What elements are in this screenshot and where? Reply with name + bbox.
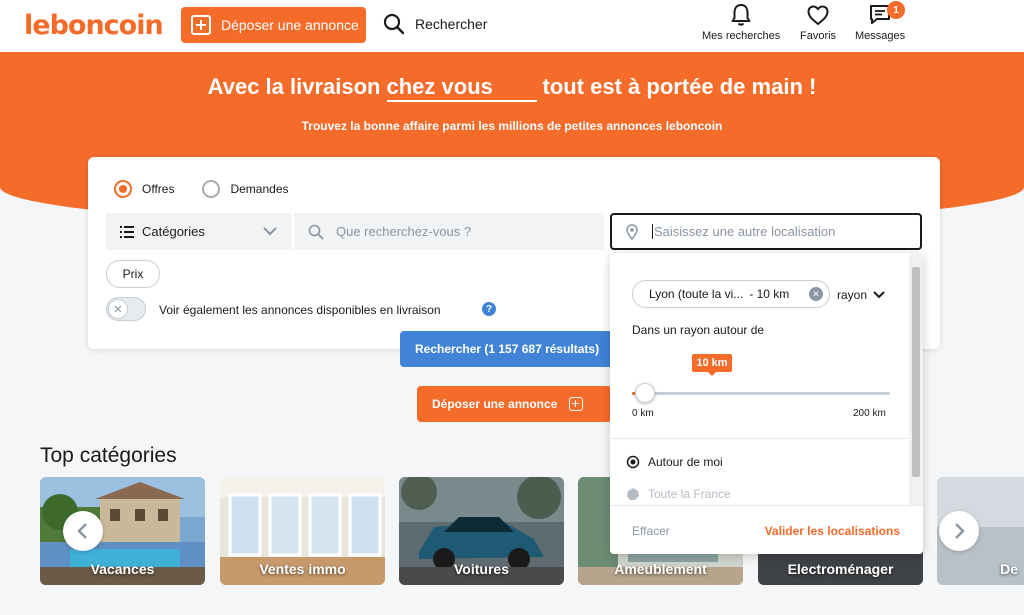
search-icon [308,224,324,240]
top-categories-title: Top catégories [40,444,177,467]
help-icon[interactable]: ? [482,302,496,316]
location-chip[interactable]: Lyon (toute la vi... - 10 km ✕ [632,280,830,308]
location-chip-city: Lyon (toute la vi... [649,287,744,301]
post-ad-secondary-label: Déposer une annonce [432,397,558,411]
bell-icon [731,4,751,26]
delivery-toggle[interactable]: ✕ [106,297,146,321]
option-all-france[interactable]: Toute la France [626,487,731,501]
search-link-label: Rechercher [415,16,488,32]
plus-square-icon [191,15,211,35]
location-pin-icon [626,223,638,240]
category-card-ventes-immo[interactable]: Ventes immo [220,477,385,585]
categories-select[interactable]: Catégories [106,213,292,250]
location-input[interactable]: Saisissez une autre localisation [610,213,922,250]
dropdown-scrollbar[interactable] [909,253,923,505]
option-near-me[interactable]: Autour de moi [626,455,723,469]
hero-title-highlight: chez vous [386,74,537,102]
heart-icon [807,5,829,25]
post-ad-button-secondary[interactable]: Déposer une annonce [417,386,612,422]
chevron-down-icon [873,291,885,299]
carousel-next-button[interactable] [939,511,979,551]
radius-slider-handle[interactable] [634,383,655,403]
radius-max-label: 200 km [853,408,886,419]
radius-label: Dans un rayon autour de [632,323,765,337]
category-card-voitures[interactable]: Voitures [399,477,564,585]
category-label: Electroménager [787,561,894,577]
hero-title-after: tout est à portée de main ! [542,74,817,99]
option-near-me-label: Autour de moi [648,455,723,469]
nav-favorites-label: Favoris [800,30,837,42]
hero-subtitle: Trouvez la bonne affaire parmi les milli… [301,119,723,133]
nav-messages-label: Messages [855,30,906,42]
radio-requests-indicator[interactable] [202,180,221,198]
post-ad-label: Déposer une annonce [221,17,359,33]
category-label: De [1000,561,1018,577]
chevron-down-icon [263,227,277,236]
radio-requests-label: Demandes [230,182,289,196]
plus-square-icon [569,397,584,411]
categories-label: Catégories [142,224,205,239]
hero-title: Avec la livraison chez vous tout est à por… [0,74,1024,102]
search-submit-button[interactable]: Rechercher (1 157 687 résultats) [400,331,615,367]
delivery-toggle-label: Voir également les annonces disponibles … [159,303,441,317]
radio-offers[interactable]: Offres [114,180,174,198]
search-icon [383,13,405,35]
validate-locations-button[interactable]: Valider les localisations [765,524,900,538]
radius-min-label: 0 km [632,408,654,419]
nav-my-searches[interactable]: Mes recherches [702,3,780,42]
location-placeholder: Saisissez une autre localisation [654,224,836,239]
text-caret [652,224,653,239]
nav-my-searches-label: Mes recherches [702,30,781,42]
location-dropdown: Lyon (toute la vi... - 10 km ✕ rayon Dan… [610,253,923,554]
search-query-placeholder: Que recherchez-vous ? [336,224,472,239]
category-label: Voitures [454,561,509,577]
divider [610,438,909,439]
carousel-prev-button[interactable] [63,511,103,551]
price-filter-chip[interactable]: Prix [106,260,160,288]
remove-location-icon[interactable]: ✕ [809,287,823,301]
leboncoin-logo[interactable]: leboncoin [24,10,164,41]
radio-offers-indicator[interactable] [114,180,132,198]
toggle-off-icon: ✕ [108,299,128,319]
category-label: Ameublement [614,561,707,577]
chevron-left-icon [77,523,87,539]
search-link[interactable]: Rechercher [383,13,487,35]
dropdown-footer: Effacer Valider les localisations [610,505,923,554]
nav-favorites[interactable]: Favoris [800,3,836,42]
scrollbar-thumb[interactable] [912,267,920,477]
chevron-right-icon [955,523,965,539]
messages-badge: 1 [887,1,905,19]
category-label: Vacances [90,561,155,577]
category-label: Ventes immo [259,561,346,577]
france-map-icon [627,488,639,500]
hero-title-before: Avec la livraison [207,74,381,99]
clear-button[interactable]: Effacer [632,524,670,538]
radius-select[interactable]: rayon [837,288,885,302]
location-chip-radius: - 10 km [749,287,790,301]
crosshair-icon [626,455,640,469]
radio-requests[interactable]: Demandes [202,180,289,198]
post-ad-button[interactable]: Déposer une annonce [181,7,366,43]
top-header: leboncoin Déposer une annonce Rechercher… [0,0,1024,52]
radio-offers-label: Offres [142,182,175,196]
search-query-input[interactable]: Que recherchez-vous ? [294,213,604,250]
slider-value-tooltip: 10 km [692,354,732,376]
radius-select-label: rayon [837,288,868,302]
list-icon [120,225,134,238]
ad-type-radio-group: Offres Demandes [114,180,289,198]
option-all-france-label: Toute la France [648,487,731,501]
radius-slider[interactable] [632,383,890,403]
